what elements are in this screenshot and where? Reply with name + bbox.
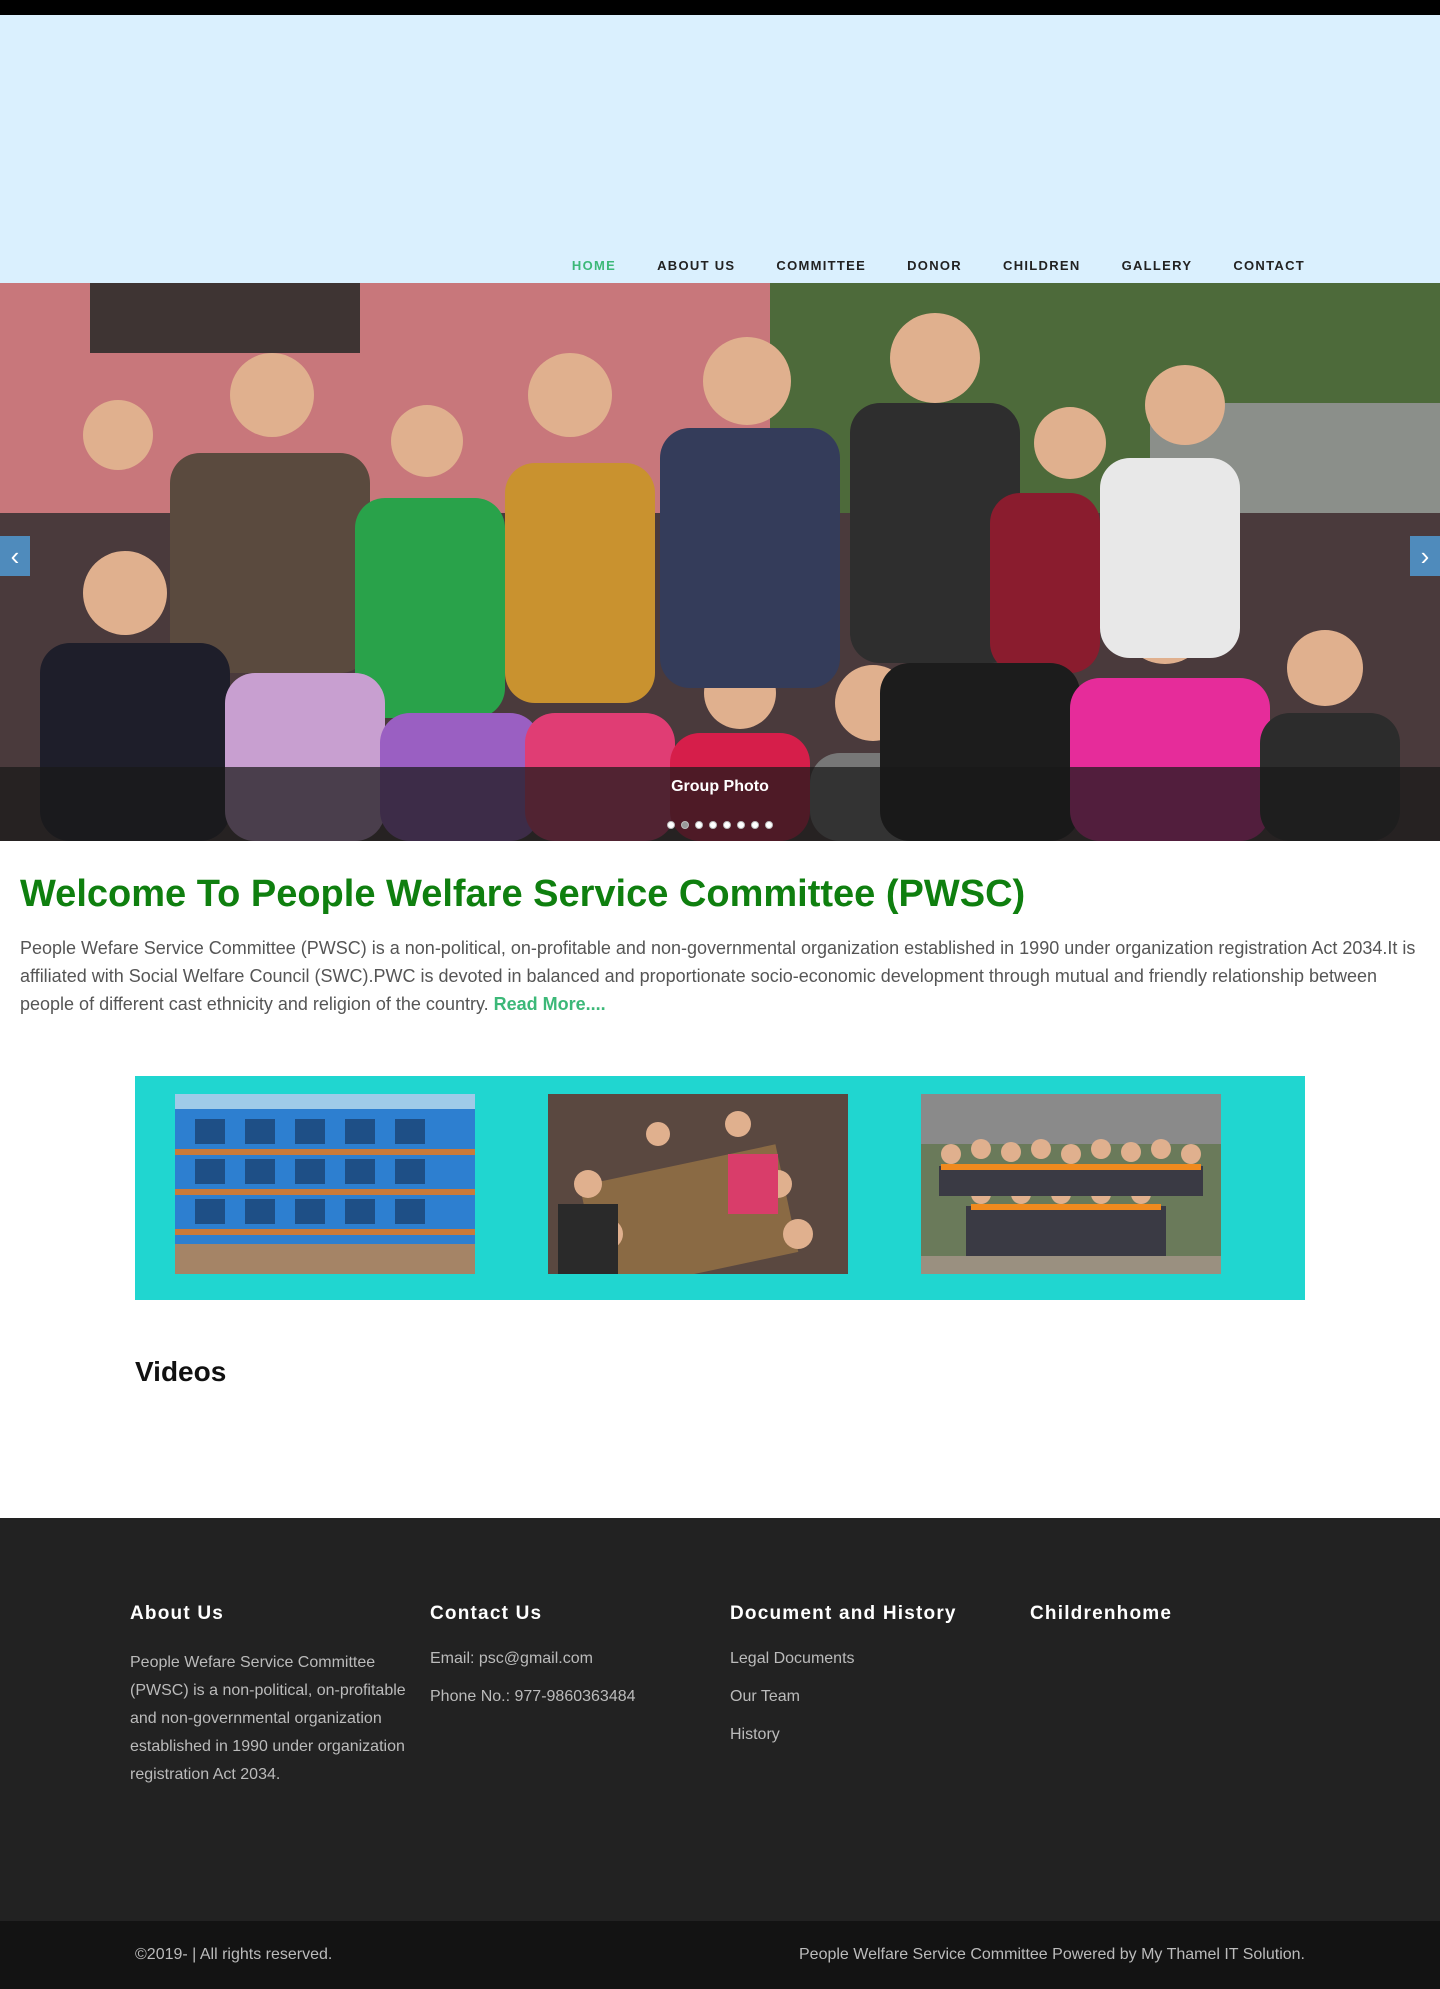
slider-dot[interactable] [695, 821, 703, 829]
nav-gallery[interactable]: GALLERY [1122, 251, 1193, 281]
slider-dot[interactable] [681, 821, 689, 829]
bottom-bar: ©2019- | All rights reserved. People Wel… [0, 1921, 1440, 1989]
footer-childrenhome-heading: Childrenhome [1030, 1603, 1173, 1624]
footer-childrenhome: Childrenhome [1030, 1603, 1330, 1789]
footer-contact-heading: Contact Us [430, 1603, 543, 1624]
site-header: HOME ABOUT US COMMITTEE DONOR CHILDREN G… [0, 15, 1440, 283]
footer-about-text: People Wefare Service Committee (PWSC) i… [130, 1654, 406, 1783]
footer-about-heading: About Us [130, 1603, 225, 1624]
footer-about: About Us People Wefare Service Committee… [130, 1603, 430, 1789]
footer-phone[interactable]: Phone No.: 977-9860363484 [430, 1687, 730, 1707]
copyright-text: ©2019- | All rights reserved. [135, 1946, 333, 1963]
site-footer: About Us People Wefare Service Committee… [0, 1518, 1440, 1921]
committee-photo[interactable] [921, 1094, 1221, 1274]
hero-slider: Group Photo ‹ › [0, 283, 1440, 841]
slider-dot[interactable] [765, 821, 773, 829]
footer-contact: Contact Us Email: psc@gmail.com Phone No… [430, 1603, 730, 1789]
footer-link-history[interactable]: History [730, 1725, 1030, 1745]
slider-dot[interactable] [709, 821, 717, 829]
prev-slide-button[interactable]: ‹ [0, 536, 30, 576]
chevron-right-icon: › [1420, 541, 1430, 571]
slide-caption: Group Photo [671, 778, 769, 795]
footer-link-our-team[interactable]: Our Team [730, 1687, 1030, 1707]
dining-photo[interactable] [548, 1094, 848, 1274]
slider-dot[interactable] [723, 821, 731, 829]
footer-documents-heading: Document and History [730, 1603, 957, 1624]
read-more-link[interactable]: Read More.... [494, 994, 606, 1014]
group-photo-image [0, 283, 1440, 841]
welcome-text: People Wefare Service Committee (PWSC) i… [20, 934, 1420, 1018]
footer-email[interactable]: Email: psc@gmail.com [430, 1649, 730, 1669]
footer-documents: Document and History Legal Documents Our… [730, 1603, 1030, 1789]
welcome-section: Welcome To People Welfare Service Commit… [0, 841, 1440, 1018]
videos-heading: Videos [135, 1356, 227, 1387]
footer-columns: About Us People Wefare Service Committee… [130, 1603, 1330, 1789]
nav-about-us[interactable]: ABOUT US [657, 251, 735, 281]
top-black-bar [0, 0, 1440, 15]
main-nav: HOME ABOUT US COMMITTEE DONOR CHILDREN G… [572, 251, 1305, 281]
slider-dots [0, 821, 1440, 829]
nav-donor[interactable]: DONOR [907, 251, 962, 281]
nav-contact[interactable]: CONTACT [1233, 251, 1305, 281]
nav-home[interactable]: HOME [572, 251, 616, 281]
slider-dot[interactable] [737, 821, 745, 829]
next-slide-button[interactable]: › [1410, 536, 1440, 576]
footer-link-legal-documents[interactable]: Legal Documents [730, 1649, 1030, 1669]
welcome-title: Welcome To People Welfare Service Commit… [20, 873, 1026, 915]
slider-dot[interactable] [667, 821, 675, 829]
building-photo[interactable] [175, 1094, 475, 1274]
nav-committee[interactable]: COMMITTEE [776, 251, 866, 281]
featured-gallery [135, 1076, 1305, 1300]
chevron-left-icon: ‹ [10, 541, 20, 571]
credits-text: People Welfare Service Committee Powered… [799, 1946, 1305, 1963]
nav-children[interactable]: CHILDREN [1003, 251, 1081, 281]
slider-dot[interactable] [751, 821, 759, 829]
welcome-body: People Wefare Service Committee (PWSC) i… [20, 938, 1416, 1014]
